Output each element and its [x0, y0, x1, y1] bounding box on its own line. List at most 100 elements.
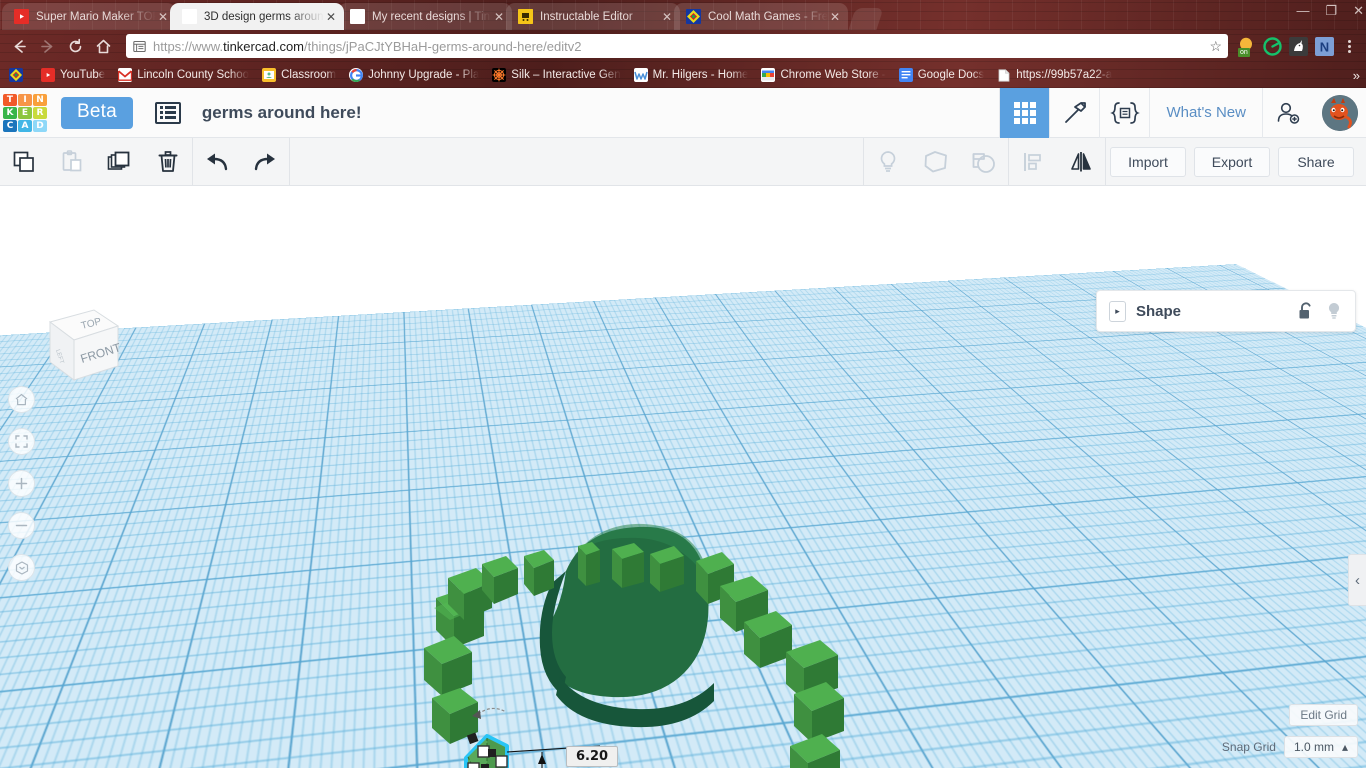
copy-icon[interactable]: [0, 138, 48, 186]
toe-box: [612, 543, 644, 588]
classroom-icon: [262, 68, 277, 82]
bookmark-label: Johnny Upgrade - Pla: [368, 69, 480, 81]
instructables-icon: [518, 9, 533, 24]
tab-close-icon[interactable]: ✕: [660, 10, 674, 24]
home-button[interactable]: [90, 33, 116, 59]
length-dimension-label[interactable]: 6.20: [566, 746, 619, 767]
browser-tab-3[interactable]: Instructable Editor ✕: [506, 3, 680, 30]
zoom-in-icon[interactable]: [8, 470, 35, 497]
design-canvas[interactable]: 6.20 4.73 TOP FRONT LEFT: [0, 186, 1366, 768]
minimize-button[interactable]: —: [1296, 4, 1309, 17]
duplicate-icon[interactable]: [96, 138, 144, 186]
paste-icon: [48, 138, 96, 186]
edit-grid-button[interactable]: Edit Grid: [1289, 704, 1358, 726]
tab-close-icon[interactable]: ✕: [492, 10, 506, 24]
shape-panel-header[interactable]: ▸ Shape: [1097, 291, 1355, 331]
coolmath-icon: [9, 68, 23, 82]
mirror-icon[interactable]: [1057, 138, 1105, 186]
page-info-icon[interactable]: [132, 39, 146, 53]
unicorn-extension-icon[interactable]: [1288, 36, 1308, 56]
add-person-icon[interactable]: [1262, 87, 1312, 138]
unlock-icon[interactable]: [1297, 301, 1315, 321]
tab-close-icon[interactable]: ✕: [324, 10, 338, 24]
tinker-hammer-icon[interactable]: [1049, 87, 1099, 138]
tinkercad-icon: [350, 9, 365, 24]
toe-box: [524, 550, 554, 596]
maximize-button[interactable]: ❐: [1325, 4, 1337, 17]
bookmarks-bar: YouTube Lincoln County Schoo Classroom J…: [0, 62, 1366, 88]
toe-box: [650, 546, 684, 592]
bookmark-item[interactable]: Lincoln County Schoo: [113, 66, 254, 84]
chevron-right-icon[interactable]: ▸: [1109, 300, 1126, 322]
browser-navbar: https://www.tinkercad.com/things/jPaCJtY…: [0, 30, 1366, 62]
logo-tile: A: [18, 119, 32, 132]
bookmark-item[interactable]: [4, 66, 33, 84]
tinkercad-logo[interactable]: T I N K E R C A D: [3, 93, 47, 132]
bookmark-label: Mr. Hilgers - Home: [652, 69, 749, 81]
youtube-icon: [14, 9, 29, 24]
toe-box: [744, 611, 792, 668]
tab-close-icon[interactable]: ✕: [828, 10, 842, 24]
tab-close-icon[interactable]: ✕: [156, 10, 170, 24]
export-button[interactable]: Export: [1194, 146, 1270, 177]
bookmark-item[interactable]: https://99b57a22-a: [992, 66, 1117, 84]
beta-badge[interactable]: Beta: [61, 96, 133, 129]
browser-tab-0[interactable]: Super Mario Maker TOP ✕: [2, 3, 176, 30]
edit-toolbar: Import Export Share: [0, 137, 1366, 186]
tinkercad-app: T I N K E R C A D Beta germs around here…: [0, 87, 1366, 768]
toolbar-divider: [1105, 137, 1106, 186]
share-button[interactable]: Share: [1278, 146, 1354, 177]
ortho-perspective-icon[interactable]: [8, 554, 35, 581]
browser-tab-4[interactable]: Cool Math Games - Free ✕: [674, 3, 848, 30]
bookmark-item[interactable]: Johnny Upgrade - Pla: [344, 66, 484, 84]
back-button[interactable]: [6, 33, 32, 59]
grammarly-extension-icon[interactable]: [1262, 36, 1282, 56]
logo-tile: I: [18, 93, 32, 106]
bookmark-item[interactable]: Mr. Hilgers - Home: [629, 66, 754, 84]
user-avatar[interactable]: [1322, 94, 1358, 131]
browser-tab-2[interactable]: My recent designs | Tink ✕: [338, 3, 512, 30]
bookmark-item[interactable]: Classroom: [257, 66, 341, 84]
bookmark-star-icon[interactable]: ☆: [1204, 38, 1222, 55]
bookmark-item[interactable]: Silk – Interactive Gen: [487, 66, 625, 84]
page-title[interactable]: germs around here!: [202, 103, 362, 123]
gmail-icon: [118, 68, 133, 82]
tab-title: My recent designs | Tink: [372, 10, 492, 23]
address-bar[interactable]: https://www.tinkercad.com/things/jPaCJtY…: [126, 34, 1228, 58]
grid-apps-icon[interactable]: [999, 87, 1050, 138]
bookmark-item[interactable]: YouTube: [36, 66, 110, 84]
page-icon: [997, 68, 1011, 82]
delete-icon[interactable]: [144, 138, 192, 186]
bookmark-item[interactable]: Google Docs: [894, 66, 989, 84]
redo-icon[interactable]: [241, 138, 289, 186]
browser-tab-1[interactable]: 3D design germs around ✕: [170, 3, 344, 30]
model-scene[interactable]: [0, 186, 1366, 768]
panel-collapse-button[interactable]: ‹: [1348, 554, 1366, 606]
lightbulb-icon[interactable]: [1325, 301, 1343, 321]
docs-icon: [898, 68, 913, 82]
webstore-icon: [761, 68, 776, 82]
fit-to-view-icon[interactable]: [8, 428, 35, 455]
forward-button: [34, 33, 60, 59]
new-tab-button[interactable]: [848, 8, 884, 30]
browser-window: Super Mario Maker TOP ✕ 3D design germs …: [0, 0, 1366, 768]
close-window-button[interactable]: ✕: [1353, 4, 1364, 17]
snap-grid-select[interactable]: 1.0 mm ▴: [1283, 736, 1358, 758]
codeblocks-icon[interactable]: [1099, 87, 1149, 138]
view-cube[interactable]: TOP FRONT LEFT: [22, 300, 123, 390]
bookmark-item[interactable]: Chrome Web Store -: [756, 66, 890, 84]
project-list-icon[interactable]: [154, 101, 181, 124]
whats-new-button[interactable]: What's New: [1149, 87, 1262, 138]
zoom-out-icon[interactable]: [8, 512, 35, 539]
coolmath-icon: [686, 9, 701, 24]
reload-button[interactable]: [62, 33, 88, 59]
undo-icon[interactable]: [193, 138, 241, 186]
bookmarks-overflow-button[interactable]: »: [1353, 68, 1360, 83]
home-view-icon[interactable]: [8, 386, 35, 413]
chrome-menu-icon[interactable]: [1340, 39, 1358, 53]
youtube-icon: [41, 68, 55, 82]
honey-extension-icon[interactable]: on: [1236, 36, 1256, 57]
tab-title: Instructable Editor: [540, 10, 633, 23]
onenote-extension-icon[interactable]: N: [1314, 36, 1334, 56]
import-button[interactable]: Import: [1110, 146, 1186, 177]
